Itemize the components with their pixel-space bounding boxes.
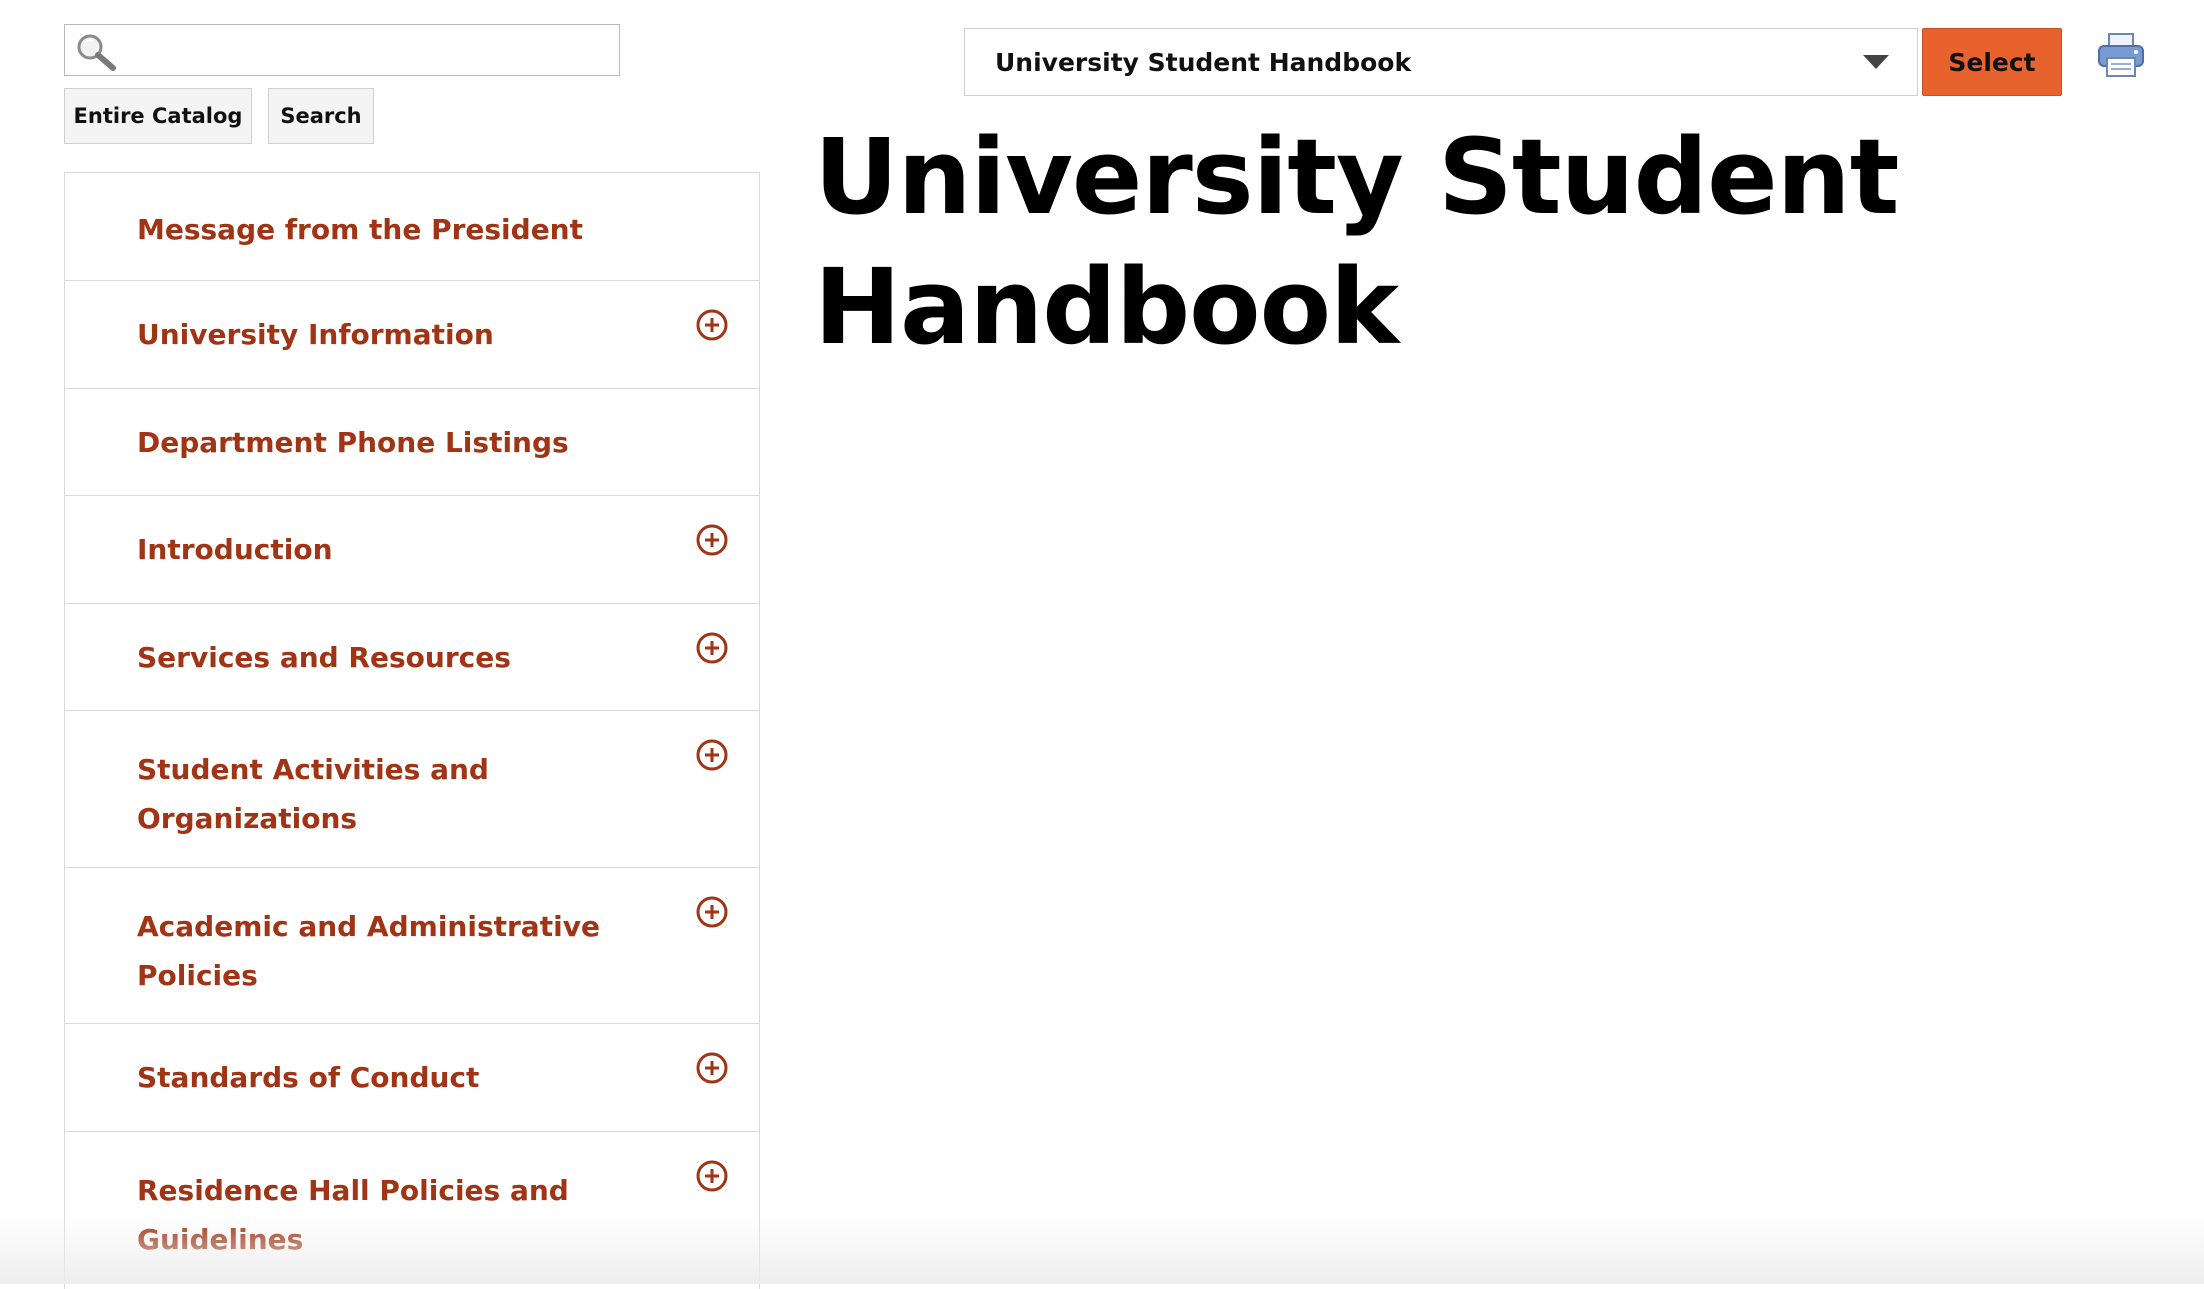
nav-item-university-information[interactable]: University Information bbox=[65, 281, 759, 389]
catalog-select[interactable]: University Student Handbook bbox=[964, 28, 1918, 96]
plus-circle-icon[interactable] bbox=[695, 1051, 729, 1085]
nav-item-label[interactable]: Department Phone Listings bbox=[137, 418, 657, 467]
nav-item-label[interactable]: Student Activities and Organizations bbox=[137, 745, 657, 843]
printer-icon[interactable] bbox=[2096, 30, 2146, 80]
nav-item-label[interactable]: Introduction bbox=[137, 525, 657, 574]
caret-down-icon bbox=[1863, 55, 1889, 69]
plus-circle-icon[interactable] bbox=[695, 631, 729, 665]
nav-item-label[interactable]: Academic and Administrative Policies bbox=[137, 902, 657, 1000]
nav-item-department-phone-listings[interactable]: Department Phone Listings bbox=[65, 389, 759, 496]
search-box[interactable] bbox=[64, 24, 620, 76]
search-input[interactable] bbox=[125, 29, 609, 73]
nav-item-label[interactable]: University Information bbox=[137, 310, 657, 359]
nav-item-label[interactable]: Services and Resources bbox=[137, 633, 657, 682]
catalog-select-value: University Student Handbook bbox=[995, 47, 1412, 77]
nav-item-services-and-resources[interactable]: Services and Resources bbox=[65, 604, 759, 711]
nav-item-academic-administrative-policies[interactable]: Academic and Administrative Policies bbox=[65, 868, 759, 1024]
plus-circle-icon[interactable] bbox=[695, 523, 729, 557]
nav-item-message-from-president[interactable]: Message from the President bbox=[65, 173, 759, 281]
nav-item-student-activities[interactable]: Student Activities and Organizations bbox=[65, 711, 759, 868]
select-catalog-button[interactable]: Select bbox=[1922, 28, 2062, 96]
nav-item-residence-hall-policies[interactable]: Residence Hall Policies and Guidelines bbox=[65, 1132, 759, 1289]
sidebar-nav: Message from the President University In… bbox=[64, 172, 760, 1289]
nav-item-label[interactable]: Standards of Conduct bbox=[137, 1053, 657, 1102]
nav-item-standards-of-conduct[interactable]: Standards of Conduct bbox=[65, 1024, 759, 1132]
nav-item-label[interactable]: Residence Hall Policies and Guidelines bbox=[137, 1166, 657, 1264]
magnifier-icon bbox=[73, 31, 119, 71]
nav-item-introduction[interactable]: Introduction bbox=[65, 496, 759, 604]
search-button[interactable]: Search bbox=[268, 88, 374, 144]
plus-circle-icon[interactable] bbox=[695, 738, 729, 772]
plus-circle-icon[interactable] bbox=[695, 308, 729, 342]
plus-circle-icon[interactable] bbox=[695, 895, 729, 929]
plus-circle-icon[interactable] bbox=[695, 1159, 729, 1193]
catalog-scope-button[interactable]: Entire Catalog bbox=[64, 88, 252, 144]
nav-item-label[interactable]: Message from the President bbox=[137, 205, 657, 254]
page-title: University Student Handbook bbox=[814, 116, 1899, 368]
